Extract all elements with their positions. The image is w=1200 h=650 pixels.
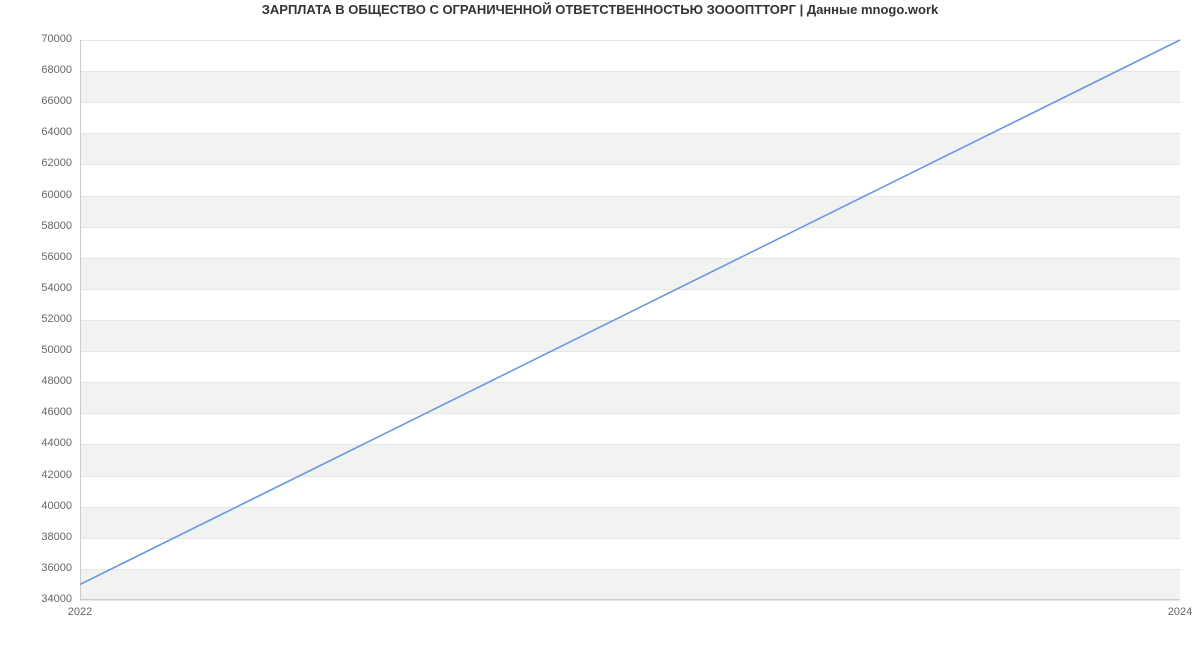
y-tick-label: 64000 bbox=[12, 126, 72, 138]
y-tick-label: 36000 bbox=[12, 562, 72, 574]
plot-area bbox=[80, 40, 1180, 600]
y-tick-label: 52000 bbox=[12, 313, 72, 325]
y-tick-label: 56000 bbox=[12, 251, 72, 263]
y-tick-label: 48000 bbox=[12, 375, 72, 387]
x-tick-label: 2024 bbox=[1168, 606, 1192, 618]
x-tick-label: 2022 bbox=[68, 606, 92, 618]
y-tick-label: 68000 bbox=[12, 64, 72, 76]
y-tick-label: 38000 bbox=[12, 531, 72, 543]
y-tick-label: 40000 bbox=[12, 500, 72, 512]
y-tick-label: 70000 bbox=[12, 33, 72, 45]
y-tick-label: 60000 bbox=[12, 189, 72, 201]
y-tick-label: 46000 bbox=[12, 406, 72, 418]
y-tick-label: 42000 bbox=[12, 469, 72, 481]
y-tick-label: 66000 bbox=[12, 95, 72, 107]
y-tick-label: 58000 bbox=[12, 220, 72, 232]
chart-title: ЗАРПЛАТА В ОБЩЕСТВО С ОГРАНИЧЕННОЙ ОТВЕТ… bbox=[0, 2, 1200, 17]
y-tick-label: 62000 bbox=[12, 157, 72, 169]
y-tick-label: 44000 bbox=[12, 437, 72, 449]
y-tick-label: 54000 bbox=[12, 282, 72, 294]
y-tick-label: 34000 bbox=[12, 593, 72, 605]
series-line bbox=[80, 40, 1180, 584]
y-tick-label: 50000 bbox=[12, 344, 72, 356]
line-layer bbox=[80, 40, 1180, 600]
chart-container: ЗАРПЛАТА В ОБЩЕСТВО С ОГРАНИЧЕННОЙ ОТВЕТ… bbox=[0, 0, 1200, 650]
gridline bbox=[80, 600, 1180, 601]
